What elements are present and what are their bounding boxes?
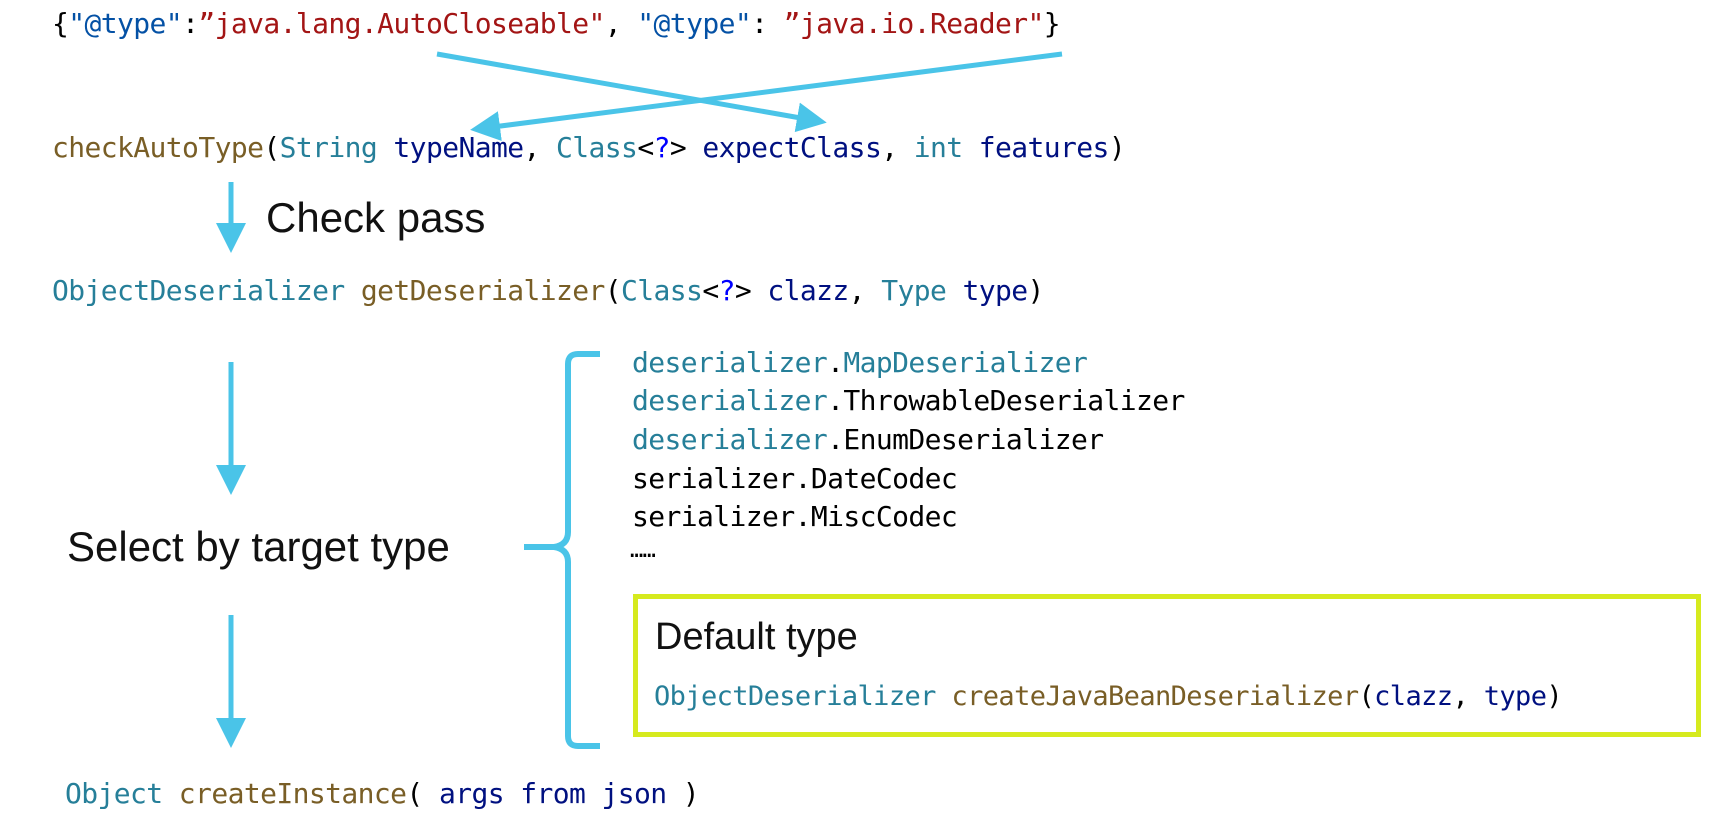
comma: ,	[881, 131, 914, 164]
type: int	[913, 131, 963, 164]
get-deserializer-signature: ObjectDeserializer getDeserializer(Class…	[52, 277, 1044, 305]
paren: (	[406, 777, 439, 810]
paren: (	[1358, 681, 1375, 712]
type: String	[279, 131, 378, 164]
arg: type	[1483, 681, 1547, 712]
paren: )	[1108, 131, 1126, 164]
paren: (	[604, 274, 622, 307]
paren: )	[1027, 274, 1045, 307]
package: deserializer	[632, 346, 828, 379]
paren: )	[1546, 681, 1563, 712]
method-name: createInstance	[162, 777, 407, 810]
method-name: createJavaBeanDeserializer	[935, 681, 1359, 712]
wildcard: ?	[718, 274, 736, 307]
paren: )	[666, 777, 700, 810]
param: typeName	[377, 131, 524, 164]
wildcard: ?	[653, 131, 671, 164]
brace-open: {	[52, 7, 69, 40]
class-name: DateCodec	[810, 462, 958, 495]
package: deserializer	[632, 384, 828, 417]
json-payload-line: {"@type":”java.lang.AutoCloseable", "@ty…	[52, 7, 1061, 40]
generic-open: <	[637, 131, 654, 164]
deserializer-item: deserializer.MapDeserializer	[632, 346, 1088, 379]
param: features	[962, 131, 1110, 164]
dot: .	[827, 423, 844, 456]
json-key-2: "@type"	[637, 7, 752, 40]
arrow-reader-to-typename	[470, 51, 1063, 141]
generic-close: >	[669, 131, 687, 164]
json-value-reader: ”java.io.Reader"	[783, 7, 1045, 40]
args: args from json	[438, 777, 667, 810]
dot: .	[794, 500, 812, 533]
method-name: getDeserializer	[344, 274, 605, 307]
return-type: ObjectDeserializer	[52, 274, 345, 307]
package: serializer	[632, 500, 795, 533]
dot: .	[827, 384, 844, 417]
brace-close: }	[1043, 7, 1061, 40]
separator: ,	[604, 7, 638, 40]
select-by-target-type-label: Select by target type	[67, 523, 450, 570]
type: Class	[621, 274, 703, 307]
curly-brace	[524, 351, 600, 749]
json-value-autocloseable: ”java.lang.AutoCloseable"	[198, 7, 605, 40]
param: expectClass	[686, 131, 882, 164]
comma: ,	[523, 131, 557, 164]
check-auto-type-signature: checkAutoType(String typeName, Class<?> …	[52, 131, 1126, 164]
default-type-title: Default type	[655, 616, 858, 658]
deserializer-item: serializer.MiscCodec	[632, 500, 958, 533]
deserializer-item: serializer.DateCodec	[632, 462, 958, 495]
class-name: MiscCodec	[810, 500, 958, 533]
class-name: MapDeserializer	[843, 346, 1088, 379]
class-name: ThrowableDeserializer	[843, 384, 1185, 417]
return-type: Object	[65, 777, 163, 810]
package: deserializer	[632, 423, 828, 456]
comma: ,	[1452, 681, 1484, 712]
create-java-bean-deserializer-signature: ObjectDeserializer createJavaBeanDeseria…	[654, 681, 1563, 712]
param: clazz	[751, 274, 849, 307]
dot: .	[827, 346, 844, 379]
comma: ,	[848, 274, 882, 307]
generic-close: >	[734, 274, 752, 307]
paren: (	[263, 131, 280, 164]
check-pass-label: Check pass	[266, 194, 486, 241]
dot: .	[794, 462, 812, 495]
method-name: checkAutoType	[52, 131, 264, 164]
param: type	[946, 274, 1028, 307]
type: Class	[556, 131, 638, 164]
class-name: EnumDeserializer	[843, 423, 1104, 456]
type: Type	[881, 274, 947, 307]
package: serializer	[632, 462, 795, 495]
deserializer-item: deserializer.EnumDeserializer	[632, 423, 1104, 456]
ellipsis: ……	[630, 538, 656, 563]
generic-open: <	[702, 274, 719, 307]
deserializer-item: deserializer.ThrowableDeserializer	[632, 387, 1185, 415]
json-key-1: "@type"	[68, 7, 183, 40]
create-instance-signature: Object createInstance( args from json )	[65, 777, 700, 810]
return-type: ObjectDeserializer	[654, 681, 936, 712]
colon: :	[182, 7, 199, 40]
arg: clazz	[1374, 681, 1453, 712]
colon: :	[751, 7, 784, 40]
